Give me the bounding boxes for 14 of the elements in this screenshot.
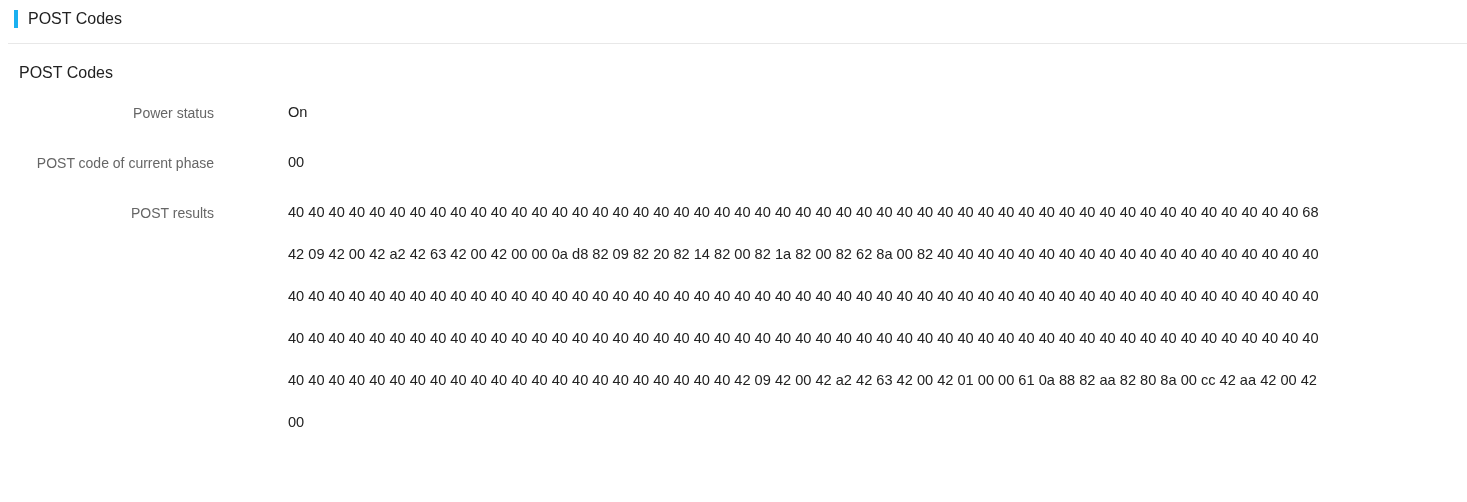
page-title: POST Codes bbox=[28, 10, 122, 28]
field-label: Power status bbox=[132, 104, 214, 123]
field-value: 40 40 40 40 40 40 40 40 40 40 40 40 40 40 40 40 40 40 40 40 40 40 40 40 40 40 40 40 40 40 40 40 40 40 40 40 40 40 40 40 40 40 40 40 40 40 40 40 40 40 40 bbox=[288, 329, 1319, 348]
field-value: 00 bbox=[288, 153, 305, 172]
field-value: 40 40 40 40 40 40 40 40 40 40 40 40 40 40 40 40 40 40 40 40 40 40 40 40 40 40 40 40 40 40 40 40 40 40 40 40 40 40 40 40 40 40 40 40 40 40 40 40 40 40 40 bbox=[288, 287, 1319, 306]
field-value: 42 09 42 00 42 a2 42 63 42 00 42 00 00 0a d8 82 09 82 20 82 14 82 00 82 1a 82 00 82 62 8a 00 82 40 40 40 40 40 40 40 40 40 40 40 40 40 40 40 40 40 40 40 bbox=[288, 245, 1319, 264]
field-value: 40 40 40 40 40 40 40 40 40 40 40 40 40 40 40 40 40 40 40 40 40 40 40 40 40 40 40 40 40 40 40 40 40 40 40 40 40 40 40 40 40 40 40 40 40 40 40 40 40 40 68 bbox=[288, 203, 1319, 222]
field-value: On bbox=[288, 103, 308, 122]
field-value: 40 40 40 40 40 40 40 40 40 40 40 40 40 40 40 40 40 40 40 40 40 40 42 09 42 00 42 a2 42 63 42 00 42 01 00 00 61 0a 88 82 aa 82 80 8a 00 cc 42 aa 42 00 42 bbox=[288, 371, 1318, 390]
field-value: 00 bbox=[288, 413, 306, 432]
field-label: POST code of current phase bbox=[35, 154, 214, 173]
section-title: POST Codes bbox=[19, 64, 114, 82]
accent-bar bbox=[14, 10, 18, 28]
field-label: POST results bbox=[130, 204, 214, 223]
